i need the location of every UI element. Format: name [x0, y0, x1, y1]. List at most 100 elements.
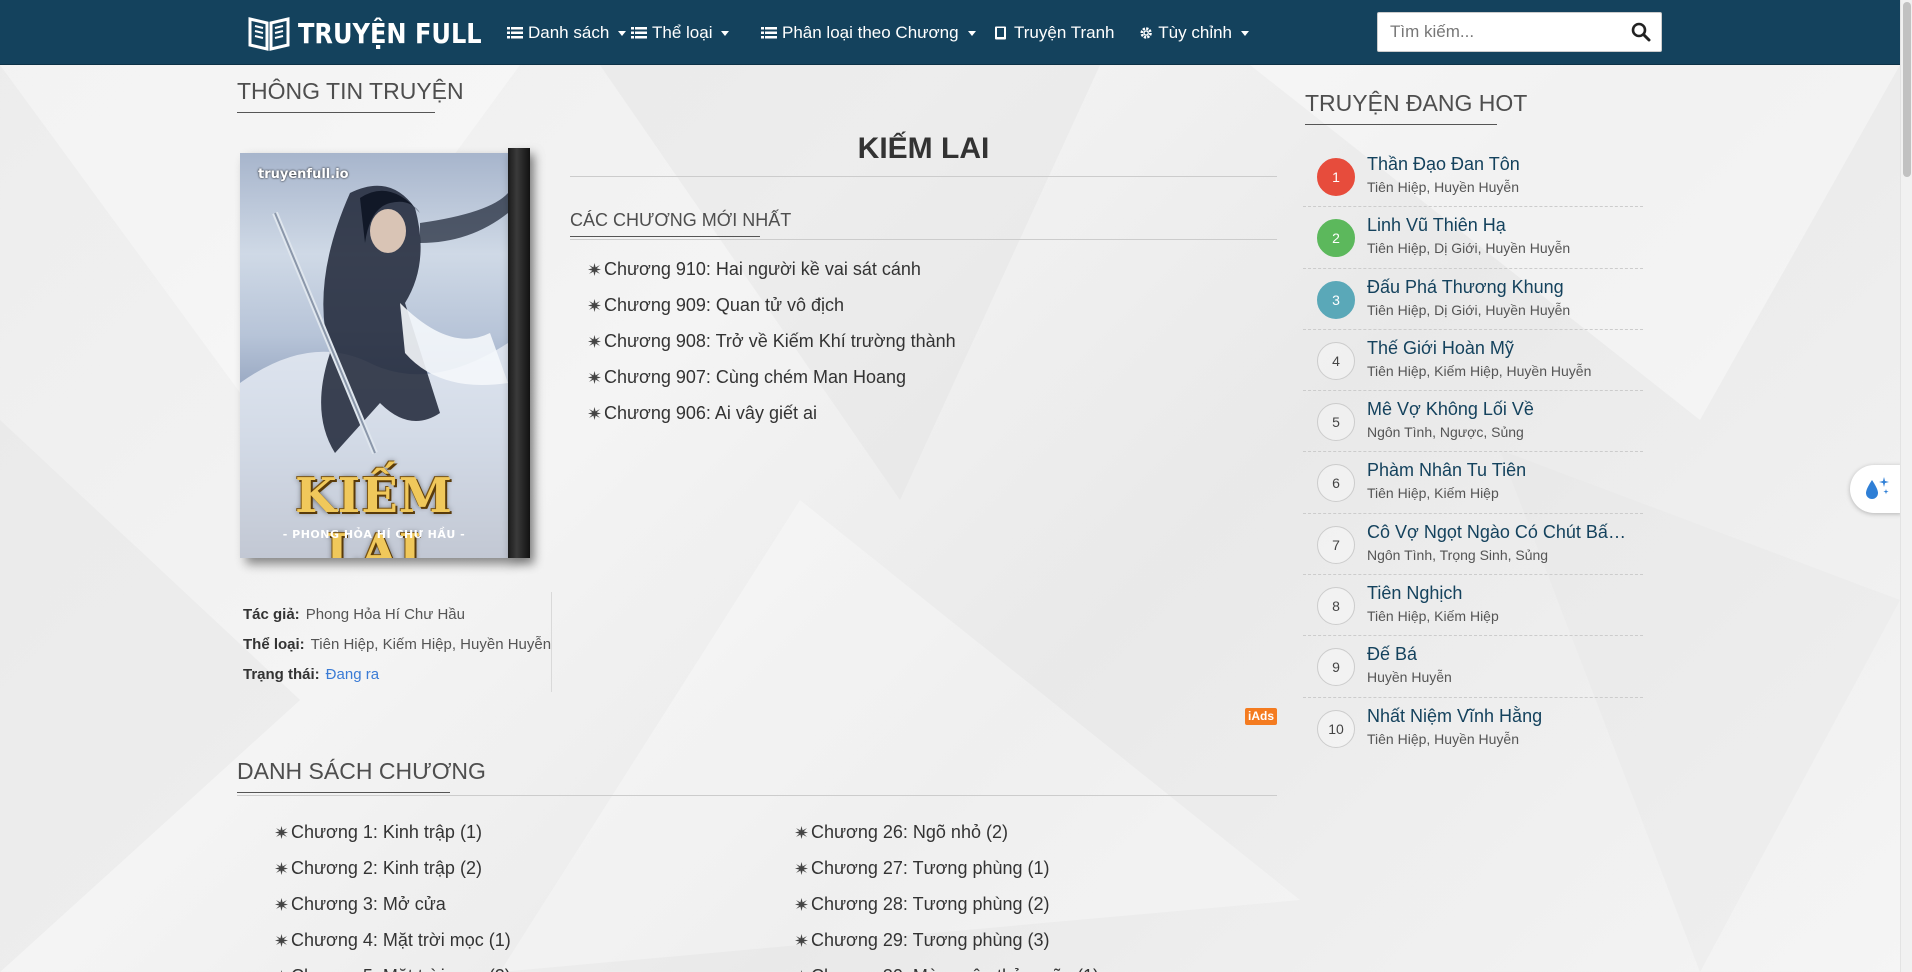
latest-chapter-item[interactable]: Chương 910: Hai người kề vai sát cánh	[588, 251, 956, 287]
hot-story-link[interactable]: Thần Đạo Đan Tôn	[1367, 154, 1520, 175]
chapter-item[interactable]: Chương 4: Mặt trời mọc (1)	[275, 922, 511, 958]
hot-story-genres[interactable]: Tiên Hiệp, Huyền Huyễn	[1367, 179, 1519, 195]
starburst-bullet-icon	[588, 334, 601, 348]
latest-chapter-item[interactable]: Chương 907: Cùng chém Man Hoang	[588, 359, 956, 395]
list-icon	[507, 26, 523, 38]
latest-divider	[570, 239, 1277, 240]
cover-watermark: truyenfull.io	[258, 167, 349, 182]
latest-chapter-item[interactable]: Chương 909: Quan tử vô địch	[588, 287, 956, 323]
status-value: Đang ra	[325, 666, 380, 683]
chapter-item[interactable]: Chương 27: Tương phùng (1)	[795, 850, 1099, 886]
hot-story-link[interactable]: Nhất Niệm Vĩnh Hằng	[1367, 706, 1542, 727]
starburst-bullet-icon	[275, 861, 288, 875]
nav-label: Truyện Tranh	[1014, 22, 1115, 42]
info-divider	[551, 592, 552, 692]
nav-the-loai[interactable]: Thể loại	[631, 23, 761, 43]
latest-chapter-item[interactable]: Chương 906: Ai vây giết ai	[588, 395, 956, 431]
chapter-link[interactable]: Chương 906: Ai vây giết ai	[604, 395, 817, 431]
chapter-item[interactable]: Chương 30: Mùa xuân thảo mãn (1)	[795, 958, 1099, 972]
chapter-link[interactable]: Chương 5: Mặt trời mọc (2)	[291, 958, 511, 972]
chapter-link[interactable]: Chương 1: Kinh trập (1)	[291, 814, 482, 850]
chapter-link[interactable]: Chương 909: Quan tử vô địch	[604, 287, 844, 323]
nav-truyen-tranh[interactable]: Truyện Tranh	[993, 23, 1139, 43]
nav-tuy-chinh[interactable]: Tùy chỉnh	[1139, 23, 1249, 43]
chapter-item[interactable]: Chương 29: Tương phùng (3)	[795, 922, 1099, 958]
heading-underline	[237, 792, 450, 793]
latest-chapters-heading-text: CÁC CHƯƠNG MỚI NHẤT	[570, 210, 792, 230]
hot-story-link[interactable]: Mê Vợ Không Lối Về	[1367, 399, 1534, 420]
story-info-heading-text: THÔNG TIN TRUYỆN	[237, 78, 464, 104]
brand-name: TRUYỆN FULL	[298, 16, 482, 50]
hot-story-genres[interactable]: Ngôn Tình, Ngược, Sủng	[1367, 424, 1524, 440]
chapter-item[interactable]: Chương 5: Mặt trời mọc (2)	[275, 958, 511, 972]
genre-label: Thể loại:	[243, 636, 305, 653]
floating-widget[interactable]	[1850, 465, 1902, 513]
chapter-list-divider	[237, 795, 1277, 796]
book-cover: truyenfull.io KIẾM LAI - PHONG HỎA HÍ CH…	[240, 148, 530, 561]
hot-story-genres[interactable]: Tiên Hiệp, Kiếm Hiệp	[1367, 608, 1499, 624]
starburst-bullet-icon	[588, 298, 601, 312]
chapter-list-left: Chương 1: Kinh trập (1) Chương 2: Kinh t…	[275, 814, 511, 972]
ads-badge[interactable]: iAds	[1245, 708, 1278, 725]
caret-down-icon	[967, 31, 976, 36]
hot-story-item: 5 Mê Vợ Không Lối Về Ngôn Tình, Ngược, Sủn…	[1303, 391, 1643, 453]
chapter-item[interactable]: Chương 28: Tương phùng (2)	[795, 886, 1099, 922]
chapter-item[interactable]: Chương 2: Kinh trập (2)	[275, 850, 511, 886]
nav-label: Danh sách	[528, 22, 610, 42]
hot-story-item: 2 Linh Vũ Thiên Hạ Tiên Hiệp, Dị Giới, Huy…	[1303, 207, 1643, 269]
chapter-link[interactable]: Chương 2: Kinh trập (2)	[291, 850, 482, 886]
heading-underline	[237, 112, 435, 113]
search-icon[interactable]	[1631, 22, 1651, 42]
author-link[interactable]: Phong Hỏa Hí Chư Hầu	[306, 606, 465, 623]
search-box	[1377, 12, 1662, 52]
gear-icon	[1140, 26, 1152, 39]
hot-story-link[interactable]: Đế Bá	[1367, 644, 1417, 665]
latest-chapter-item[interactable]: Chương 908: Trở về Kiếm Khí trường thành	[588, 323, 956, 359]
hot-story-item: 8 Tiên Nghịch Tiên Hiệp, Kiếm Hiệp	[1303, 575, 1643, 637]
chapter-link[interactable]: Chương 26: Ngõ nhỏ (2)	[811, 814, 1008, 850]
chapter-link[interactable]: Chương 30: Mùa xuân thảo mãn (1)	[811, 958, 1099, 972]
hot-story-link[interactable]: Linh Vũ Thiên Hạ	[1367, 215, 1506, 236]
hot-story-link[interactable]: Đấu Phá Thương Khung	[1367, 277, 1564, 298]
scrollbar-thumb[interactable]	[1903, 2, 1911, 177]
hot-story-genres[interactable]: Tiên Hiệp, Dị Giới, Huyền Huyễn	[1367, 302, 1570, 318]
hot-story-genres[interactable]: Tiên Hiệp, Kiếm Hiệp, Huyền Huyễn	[1367, 363, 1591, 379]
chapter-link[interactable]: Chương 910: Hai người kề vai sát cánh	[604, 251, 921, 287]
hot-story-item: 3 Đấu Phá Thương Khung Tiên Hiệp, Dị Giới,…	[1303, 269, 1643, 330]
cover-image: truyenfull.io KIẾM LAI - PHONG HỎA HÍ CH…	[240, 153, 508, 558]
hot-story-item: 4 Thế Giới Hoàn Mỹ Tiên Hiệp, Kiếm Hiệp, H…	[1303, 330, 1643, 392]
chapter-link[interactable]: Chương 908: Trở về Kiếm Khí trường thành	[604, 323, 956, 359]
hot-story-genres[interactable]: Tiên Hiệp, Dị Giới, Huyền Huyễn	[1367, 240, 1570, 256]
chapter-item[interactable]: Chương 26: Ngõ nhỏ (2)	[795, 814, 1099, 850]
hot-story-link[interactable]: Tiên Nghịch	[1367, 583, 1462, 604]
hot-story-link[interactable]: Thế Giới Hoàn Mỹ	[1367, 338, 1514, 359]
nav-phan-loai-theo-chuong[interactable]: Phân loại theo Chương	[761, 23, 993, 43]
search-input[interactable]	[1378, 13, 1618, 51]
latest-chapters-heading: CÁC CHƯƠNG MỚI NHẤT	[570, 210, 792, 237]
chapter-link[interactable]: Chương 29: Tương phùng (3)	[811, 922, 1050, 958]
hot-story-genres[interactable]: Huyền Huyễn	[1367, 669, 1452, 685]
genre-links[interactable]: Tiên Hiệp, Kiếm Hiệp, Huyền Huyễn	[311, 636, 551, 653]
hot-story-genres[interactable]: Tiên Hiệp, Kiếm Hiệp	[1367, 485, 1499, 501]
story-info: Tác giả: Phong Hỏa Hí Chư Hầu Thể loại: Ti…	[243, 600, 551, 690]
nav-danh-sach[interactable]: Danh sách	[507, 23, 628, 43]
list-icon	[631, 26, 647, 38]
caret-down-icon	[618, 31, 627, 36]
story-title: KIẾM LAI	[857, 132, 990, 165]
hot-story-link[interactable]: Phàm Nhân Tu Tiên	[1367, 460, 1526, 481]
rank-badge: 4	[1317, 341, 1355, 380]
nav-label: Tùy chỉnh	[1158, 22, 1232, 42]
chapter-item[interactable]: Chương 1: Kinh trập (1)	[275, 814, 511, 850]
hot-story-genres[interactable]: Tiên Hiệp, Huyền Huyễn	[1367, 731, 1519, 747]
chapter-link[interactable]: Chương 27: Tương phùng (1)	[811, 850, 1050, 886]
chapter-link[interactable]: Chương 4: Mặt trời mọc (1)	[291, 922, 511, 958]
chapter-link[interactable]: Chương 28: Tương phùng (2)	[811, 886, 1050, 922]
chapter-link[interactable]: Chương 3: Mở cửa	[291, 886, 446, 922]
hot-story-link[interactable]: Cô Vợ Ngọt Ngào Có Chút Bất Lương	[1367, 522, 1629, 543]
page-scrollbar[interactable]	[1900, 0, 1912, 972]
brand-logo[interactable]: TRUYỆN FULL	[248, 14, 512, 52]
chapter-link[interactable]: Chương 907: Cùng chém Man Hoang	[604, 359, 906, 395]
chapter-item[interactable]: Chương 3: Mở cửa	[275, 886, 511, 922]
hot-story-genres[interactable]: Ngôn Tình, Trọng Sinh, Sủng	[1367, 547, 1548, 563]
rank-badge: 6	[1317, 464, 1355, 503]
